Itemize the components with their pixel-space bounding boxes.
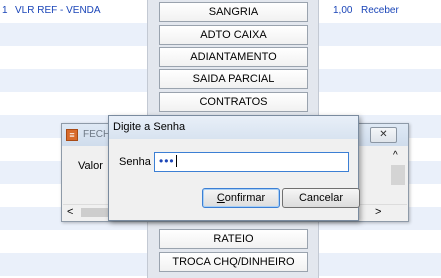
- confirm-button[interactable]: Confirmar: [202, 188, 280, 208]
- row-index: 1: [2, 5, 8, 16]
- rateio-button[interactable]: RATEIO: [159, 229, 308, 249]
- scroll-thumb[interactable]: [391, 165, 405, 185]
- password-dialog: Digite a Senha Senha ••• Confirmar Cance…: [108, 115, 360, 221]
- senha-label: Senha: [119, 156, 151, 168]
- adiantamento-button[interactable]: ADIANTAMENTO: [159, 47, 308, 67]
- row-amount: 1,00: [333, 5, 353, 16]
- password-input[interactable]: •••: [154, 152, 349, 172]
- cancel-button[interactable]: Cancelar: [282, 188, 360, 208]
- vertical-scrollbar[interactable]: ^: [389, 148, 407, 201]
- scroll-right-icon[interactable]: >: [375, 206, 381, 218]
- window-title: FECH: [83, 129, 111, 140]
- sangria-button[interactable]: SANGRIA: [159, 2, 308, 22]
- app-icon: ≡: [66, 129, 78, 141]
- confirm-label: onfirmar: [224, 192, 266, 204]
- adto-caixa-button[interactable]: ADTO CAIXA: [159, 25, 308, 45]
- valor-label: Valor: [78, 160, 103, 172]
- text-caret: [175, 155, 177, 167]
- scroll-up-icon[interactable]: ^: [393, 150, 398, 161]
- scroll-left-icon[interactable]: <: [67, 206, 73, 218]
- close-icon[interactable]: ✕: [370, 127, 397, 143]
- row-description: VLR REF - VENDA: [15, 5, 101, 16]
- dialog-titlebar[interactable]: Digite a Senha: [109, 116, 358, 139]
- saida-parcial-button[interactable]: SAIDA PARCIAL: [159, 69, 308, 89]
- contratos-button[interactable]: CONTRATOS: [159, 92, 308, 112]
- receber-link[interactable]: Receber: [361, 5, 399, 16]
- troca-chq-dinheiro-button[interactable]: TROCA CHQ/DINHEIRO: [159, 252, 308, 272]
- dialog-title: Digite a Senha: [113, 121, 186, 133]
- password-mask: •••: [159, 154, 175, 168]
- confirm-mnemonic: C: [216, 192, 225, 204]
